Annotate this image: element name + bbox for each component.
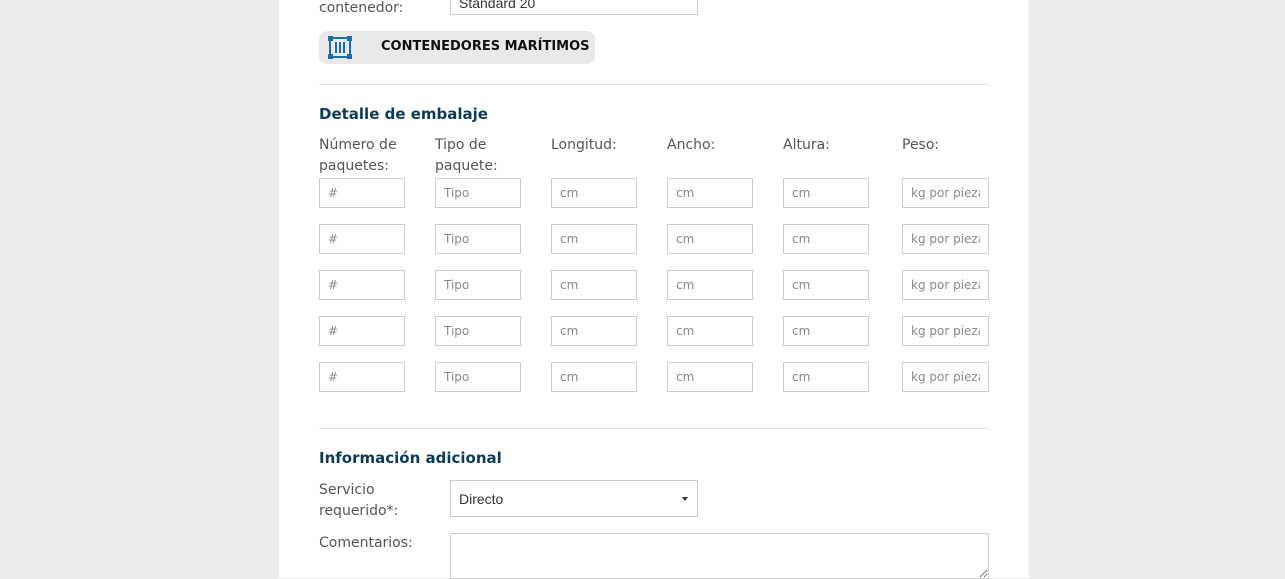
column-header-line2: paquete:	[435, 158, 498, 174]
weight-input[interactable]	[902, 316, 989, 346]
packages-count-input[interactable]	[319, 270, 405, 300]
packages-count-input[interactable]	[319, 178, 405, 208]
packages-count-input[interactable]	[319, 316, 405, 346]
column-header-line1: Longitud:	[551, 137, 617, 153]
weight-input[interactable]	[902, 224, 989, 254]
packages-count-input[interactable]	[319, 362, 405, 392]
comments-textarea[interactable]	[450, 533, 989, 579]
width-input[interactable]	[667, 178, 753, 208]
container-type-select[interactable]: Standard 20	[450, 0, 698, 15]
package-type-input[interactable]	[435, 362, 521, 392]
length-input[interactable]	[551, 224, 637, 254]
width-input[interactable]	[667, 362, 753, 392]
height-input[interactable]	[783, 362, 869, 392]
column-header-line1: Peso:	[902, 137, 940, 153]
container-label: contenedor:	[319, 0, 404, 16]
divider	[319, 428, 989, 429]
width-input[interactable]	[667, 224, 753, 254]
column-header-width: Ancho:	[667, 135, 715, 156]
packages-count-input[interactable]	[319, 224, 405, 254]
column-header-line1: Ancho:	[667, 137, 716, 153]
height-input[interactable]	[783, 224, 869, 254]
sea-containers-button[interactable]: CONTENEDORES MARÍTIMOS	[319, 31, 595, 64]
form-panel: contenedor: Standard 20 CONTENEDORES MAR…	[279, 0, 1029, 579]
chevron-down-icon	[682, 497, 688, 501]
packaging-section-title: Detalle de embalaje	[319, 105, 488, 123]
package-type-input[interactable]	[435, 316, 521, 346]
weight-input[interactable]	[902, 178, 989, 208]
width-input[interactable]	[667, 316, 753, 346]
column-header-line1: Número de	[319, 137, 397, 153]
column-header-line1: Tipo de	[435, 137, 487, 153]
service-select-value: Directo	[459, 491, 504, 507]
height-input[interactable]	[783, 316, 869, 346]
service-label: Servicio requerido*:	[319, 480, 398, 522]
column-header-weight: Peso:	[902, 135, 939, 156]
column-header-line2: paquetes:	[319, 158, 389, 174]
additional-section-title: Información adicional	[319, 449, 502, 467]
service-label-line1: Servicio	[319, 482, 375, 498]
column-header-packages-count: Número de paquetes:	[319, 135, 397, 177]
length-input[interactable]	[551, 270, 637, 300]
length-input[interactable]	[551, 316, 637, 346]
length-input[interactable]	[551, 178, 637, 208]
package-type-input[interactable]	[435, 224, 521, 254]
service-label-line2: requerido*:	[319, 503, 399, 519]
column-header-line1: Altura:	[783, 137, 830, 153]
weight-input[interactable]	[902, 362, 989, 392]
service-select[interactable]: Directo	[450, 480, 698, 517]
container-type-value: Standard 20	[459, 0, 536, 11]
comments-label: Comentarios:	[319, 535, 413, 551]
column-header-length: Longitud:	[551, 135, 617, 156]
column-header-height: Altura:	[783, 135, 830, 156]
height-input[interactable]	[783, 270, 869, 300]
length-input[interactable]	[551, 362, 637, 392]
width-input[interactable]	[667, 270, 753, 300]
package-type-input[interactable]	[435, 270, 521, 300]
sea-containers-button-label: CONTENEDORES MARÍTIMOS	[381, 39, 590, 54]
package-type-input[interactable]	[435, 178, 521, 208]
divider	[319, 84, 989, 85]
column-header-package-type: Tipo de paquete:	[435, 135, 498, 177]
shipping-container-icon	[328, 36, 352, 59]
weight-input[interactable]	[902, 270, 989, 300]
height-input[interactable]	[783, 178, 869, 208]
